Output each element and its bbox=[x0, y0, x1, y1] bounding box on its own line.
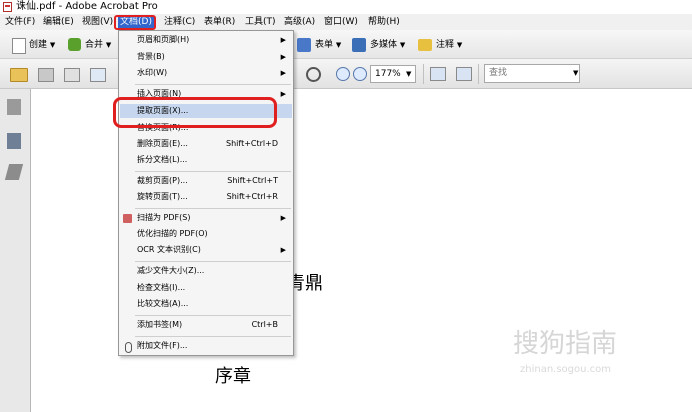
menu-item-watermark[interactable]: 水印(W) ▶ bbox=[120, 66, 292, 80]
save-icon[interactable] bbox=[64, 68, 80, 82]
watermark-text: 搜狗指南 bbox=[513, 329, 618, 359]
menu-item-header-footer[interactable]: 页眉和页脚(H) ▶ bbox=[120, 33, 292, 47]
menu-comments[interactable]: 注释(C) bbox=[162, 16, 197, 29]
zoom-dropdown-icon[interactable]: ▼ bbox=[406, 70, 411, 78]
menu-window[interactable]: 窗口(W) bbox=[322, 16, 360, 29]
menu-item-attach-file[interactable]: 附加文件(F)... bbox=[120, 339, 292, 353]
menu-help[interactable]: 帮助(H) bbox=[366, 16, 402, 29]
paperclip-icon bbox=[125, 342, 132, 353]
menu-item-ocr[interactable]: OCR 文本识别(C) ▶ bbox=[120, 243, 292, 257]
chevron-down-icon: ▼ bbox=[456, 41, 463, 49]
menu-view[interactable]: 视图(V) bbox=[80, 16, 115, 29]
chevron-down-icon: ▼ bbox=[335, 41, 342, 49]
chevron-down-icon: ▼ bbox=[49, 41, 56, 49]
comment-label: 注释 bbox=[436, 40, 455, 50]
menu-item-reduce-file-size[interactable]: 减少文件大小(Z)... bbox=[120, 264, 292, 278]
comment-icon bbox=[418, 39, 432, 51]
menu-separator bbox=[135, 315, 291, 316]
menu-separator bbox=[135, 336, 291, 337]
navigation-panel bbox=[0, 89, 31, 412]
forms-label: 表单 bbox=[315, 40, 334, 50]
email-icon[interactable] bbox=[90, 68, 106, 82]
submenu-arrow-icon: ▶ bbox=[280, 53, 286, 61]
menu-item-crop-pages[interactable]: 裁剪页面(P)... Shift+Ctrl+T bbox=[120, 174, 292, 188]
document-menu-highlight-box bbox=[114, 15, 156, 30]
open-folder-icon[interactable] bbox=[10, 68, 28, 82]
menu-separator bbox=[135, 84, 291, 85]
submenu-arrow-icon: ▶ bbox=[280, 36, 286, 44]
multimedia-icon bbox=[352, 38, 366, 52]
menu-file[interactable]: 文件(F) bbox=[3, 16, 37, 29]
document-heading: 序章 bbox=[215, 366, 251, 387]
submenu-arrow-icon: ▶ bbox=[280, 69, 286, 77]
menu-separator bbox=[135, 171, 291, 172]
toolbar-separator bbox=[423, 64, 424, 84]
menu-item-rotate-pages[interactable]: 旋转页面(T)... Shift+Ctrl+R bbox=[120, 190, 292, 204]
menu-item-background[interactable]: 背景(B) ▶ bbox=[120, 50, 292, 64]
zoom-tool-icon[interactable] bbox=[306, 67, 321, 82]
watermark-url: zhinan.sogou.com bbox=[520, 364, 612, 375]
menu-item-examine-document[interactable]: 检查文档(I)... bbox=[120, 281, 292, 295]
submenu-arrow-icon: ▶ bbox=[280, 246, 286, 254]
document-dropdown-menu: 页眉和页脚(H) ▶ 背景(B) ▶ 水印(W) ▶ 插入页面(N) ▶ 提取页面(X)… bbox=[118, 30, 294, 356]
combine-icon bbox=[68, 38, 81, 51]
print-icon[interactable] bbox=[38, 68, 54, 82]
menu-separator bbox=[135, 261, 291, 262]
create-button[interactable]: 创建 ▼ bbox=[29, 36, 55, 54]
fullscreen-icon[interactable] bbox=[456, 67, 472, 81]
menu-tools[interactable]: 工具(T) bbox=[243, 16, 278, 29]
menu-bar: 文件(F) 编辑(E) 视图(V) 文档(D) 注释(C) 表单(R) 工具(T… bbox=[0, 14, 692, 30]
chevron-down-icon: ▼ bbox=[105, 41, 112, 49]
title-bar: 诛仙.pdf - Adobe Acrobat Pro bbox=[0, 0, 692, 14]
main-toolbar: 创建 ▼ 合并 ▼ 表单 ▼ 多媒体 ▼ 注释 ▼ bbox=[0, 30, 692, 59]
scanner-icon bbox=[123, 214, 132, 223]
navigation-toolbar bbox=[0, 59, 692, 89]
extract-pages-highlight-box bbox=[113, 97, 277, 128]
menu-item-optimize-scanned-pdf[interactable]: 优化扫描的 PDF(O) bbox=[120, 227, 292, 241]
zoom-in-icon[interactable] bbox=[353, 67, 367, 81]
window-title: 诛仙.pdf - Adobe Acrobat Pro bbox=[16, 1, 158, 12]
create-pdf-icon bbox=[12, 38, 26, 54]
combine-button[interactable]: 合并 ▼ bbox=[85, 36, 111, 54]
toolbar-separator bbox=[478, 64, 479, 84]
menu-edit[interactable]: 编辑(E) bbox=[41, 16, 76, 29]
menu-forms[interactable]: 表单(R) bbox=[202, 16, 237, 29]
combine-label: 合并 bbox=[85, 40, 104, 50]
submenu-arrow-icon: ▶ bbox=[280, 90, 286, 98]
menu-advanced[interactable]: 高级(A) bbox=[282, 16, 317, 29]
menu-item-compare-documents[interactable]: 比较文档(A)... bbox=[120, 297, 292, 311]
menu-item-scan-to-pdf[interactable]: 扫描为 PDF(S) ▶ bbox=[120, 211, 292, 225]
multimedia-label: 多媒体 bbox=[370, 40, 398, 50]
create-label: 创建 bbox=[29, 40, 48, 50]
menu-separator bbox=[135, 208, 291, 209]
search-dropdown-icon[interactable]: ▼ bbox=[573, 69, 578, 77]
search-input[interactable]: 查找 bbox=[484, 64, 580, 83]
bookmarks-panel-icon[interactable] bbox=[7, 133, 21, 149]
pages-panel-icon[interactable] bbox=[7, 99, 21, 115]
menu-item-delete-pages[interactable]: 删除页面(E)... Shift+Ctrl+D bbox=[120, 137, 292, 151]
acrobat-icon bbox=[3, 2, 12, 12]
fit-page-icon[interactable] bbox=[430, 67, 446, 81]
menu-item-split-document[interactable]: 拆分文档(L)... bbox=[120, 153, 292, 167]
submenu-arrow-icon: ▶ bbox=[280, 214, 286, 222]
forms-button[interactable]: 表单 ▼ bbox=[315, 36, 341, 54]
signatures-panel-icon[interactable] bbox=[4, 164, 24, 180]
chevron-down-icon: ▼ bbox=[399, 41, 406, 49]
multimedia-button[interactable]: 多媒体 ▼ bbox=[370, 36, 405, 54]
menu-item-add-bookmark[interactable]: 添加书签(M) Ctrl+B bbox=[120, 318, 292, 332]
comment-button[interactable]: 注释 ▼ bbox=[436, 36, 462, 54]
zoom-out-icon[interactable] bbox=[336, 67, 350, 81]
forms-icon bbox=[297, 38, 311, 52]
